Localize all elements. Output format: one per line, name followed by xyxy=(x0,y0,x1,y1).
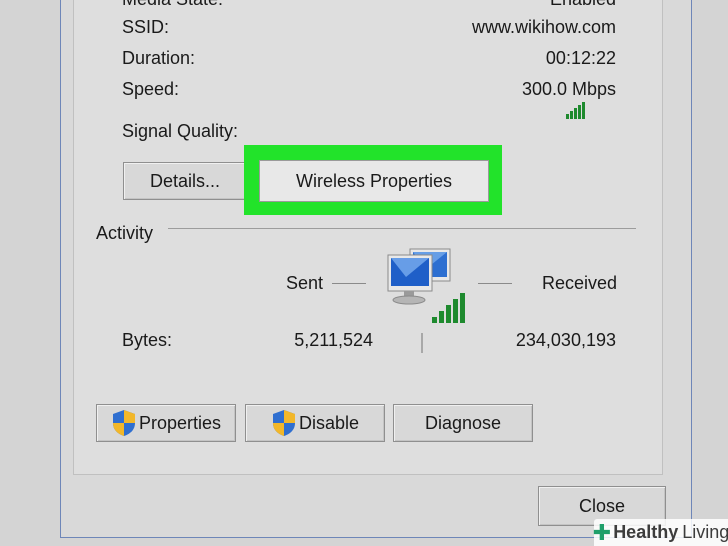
bytes-label: Bytes: xyxy=(122,330,173,350)
uac-shield-icon xyxy=(112,410,135,436)
ssid-label: SSID: xyxy=(122,17,170,37)
disable-button-label: Disable xyxy=(298,412,360,433)
signal-quality-label: Signal Quality: xyxy=(122,121,239,141)
duration-value: 00:12:22 xyxy=(545,48,616,68)
watermark-brand-suffix: Living xyxy=(682,522,728,542)
healthy-living-watermark: ✚ Healthy Living xyxy=(592,519,728,546)
signal-quality-icon xyxy=(566,102,585,119)
activity-section-title: Activity xyxy=(96,223,154,243)
activity-divider xyxy=(168,228,636,229)
sent-label: Sent xyxy=(286,273,324,293)
sent-connector xyxy=(332,283,366,284)
received-label: Received xyxy=(542,273,618,293)
duration-label: Duration: xyxy=(122,48,196,68)
diagnose-button[interactable]: Diagnose xyxy=(393,404,533,442)
media-state-value: Enabled xyxy=(550,0,616,10)
plus-logo-icon: ✚ xyxy=(592,519,612,545)
bytes-divider xyxy=(421,333,423,353)
details-button[interactable]: Details... xyxy=(123,162,247,200)
bytes-received-value: 234,030,193 xyxy=(515,330,616,350)
speed-value: 300.0 Mbps xyxy=(521,79,616,99)
ssid-value: www.wikihow.com xyxy=(471,17,616,37)
media-state-label: Media State: xyxy=(122,0,223,10)
watermark-brand: Healthy xyxy=(613,522,679,542)
network-computers-icon xyxy=(387,248,465,323)
received-connector xyxy=(478,283,512,284)
speed-label: Speed: xyxy=(122,79,180,99)
wireless-properties-button[interactable]: Wireless Properties xyxy=(259,160,489,202)
disable-button[interactable]: Disable xyxy=(245,404,385,442)
bytes-sent-value: 5,211,524 xyxy=(294,330,373,350)
properties-button[interactable]: Properties xyxy=(96,404,236,442)
uac-shield-icon xyxy=(272,410,295,436)
properties-button-label: Properties xyxy=(138,412,222,433)
